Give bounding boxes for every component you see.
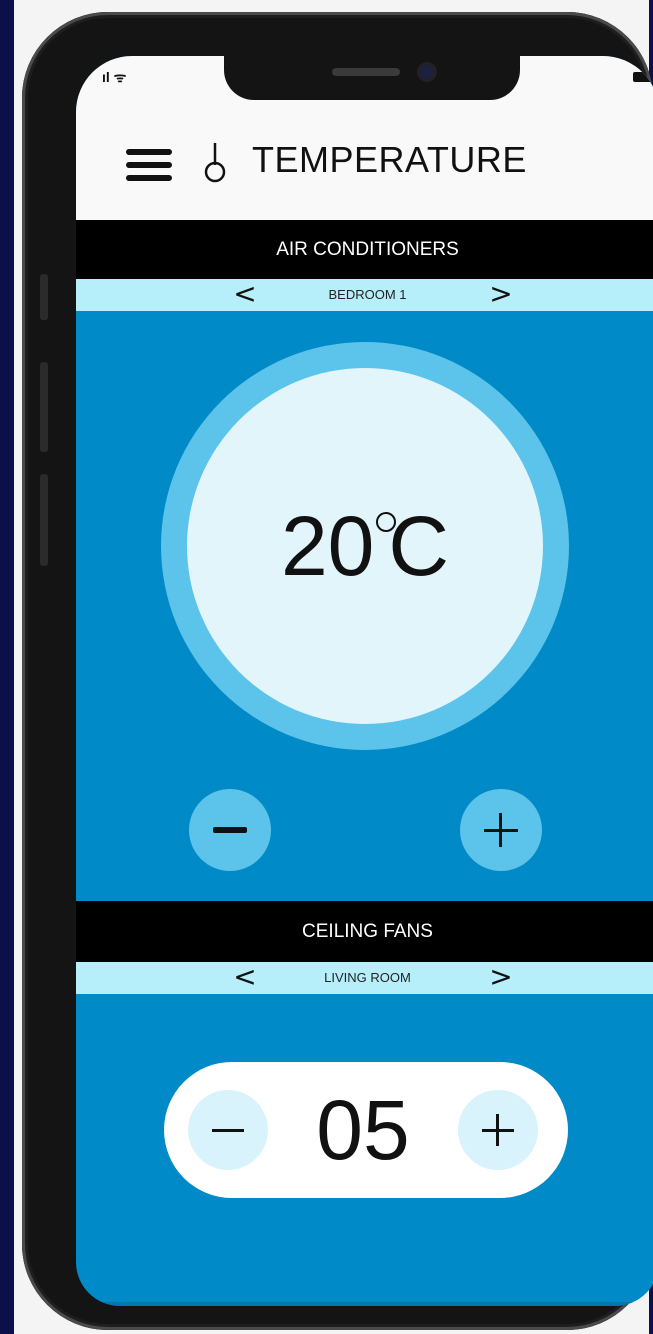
status-signal-wifi: ıl ᯤ bbox=[102, 69, 127, 85]
ac-increase-button[interactable] bbox=[460, 789, 542, 871]
fan-increase-button[interactable] bbox=[458, 1090, 538, 1170]
volume-down-button bbox=[40, 474, 48, 566]
notch bbox=[224, 56, 520, 100]
hamburger-line bbox=[126, 162, 172, 168]
hamburger-line bbox=[126, 149, 172, 155]
fan-prev-room-button[interactable]: < bbox=[228, 962, 262, 994]
ac-next-room-button[interactable]: > bbox=[484, 279, 518, 311]
temperature-value: 20 bbox=[280, 499, 375, 593]
fan-room-selector: < LIVING ROOM > bbox=[76, 962, 653, 994]
plus-icon-vertical bbox=[496, 1114, 499, 1146]
fan-speed-value: 05 bbox=[316, 1083, 410, 1177]
air-conditioners-header: AIR CONDITIONERS bbox=[76, 220, 653, 279]
minus-icon bbox=[213, 827, 247, 833]
ac-prev-room-button[interactable]: < bbox=[228, 279, 262, 311]
temperature-dial-face: 20 C bbox=[187, 368, 543, 724]
speaker-grille bbox=[332, 68, 400, 76]
fan-room-label: LIVING ROOM bbox=[324, 970, 411, 985]
phone-frame: ıl ᯤ TEMPERATURE AIR CONDITIONERS < BEDR… bbox=[22, 12, 653, 1330]
temperature-display: 20 C bbox=[187, 498, 543, 594]
bottom-edge bbox=[76, 1302, 653, 1306]
plus-icon-vertical bbox=[499, 813, 502, 847]
fan-next-room-button[interactable]: > bbox=[484, 962, 518, 994]
temperature-dial[interactable]: 20 C bbox=[161, 342, 569, 750]
ceiling-fans-header: CEILING FANS bbox=[76, 901, 653, 962]
fan-speed-control: 05 bbox=[164, 1062, 568, 1198]
app-screen: ıl ᯤ TEMPERATURE AIR CONDITIONERS < BEDR… bbox=[76, 56, 653, 1306]
mute-switch bbox=[40, 274, 48, 320]
ac-room-label: BEDROOM 1 bbox=[328, 287, 407, 302]
hamburger-icon[interactable] bbox=[126, 149, 172, 181]
minus-icon bbox=[212, 1129, 244, 1132]
battery-icon bbox=[633, 72, 653, 82]
thermometer-icon bbox=[204, 143, 226, 183]
ac-room-selector: < BEDROOM 1 > bbox=[76, 279, 653, 311]
hamburger-line bbox=[126, 175, 172, 181]
page-title: TEMPERATURE bbox=[252, 139, 527, 180]
temperature-unit: C bbox=[388, 499, 450, 593]
fan-decrease-button[interactable] bbox=[188, 1090, 268, 1170]
volume-up-button bbox=[40, 362, 48, 452]
ac-decrease-button[interactable] bbox=[189, 789, 271, 871]
front-camera bbox=[420, 65, 434, 79]
